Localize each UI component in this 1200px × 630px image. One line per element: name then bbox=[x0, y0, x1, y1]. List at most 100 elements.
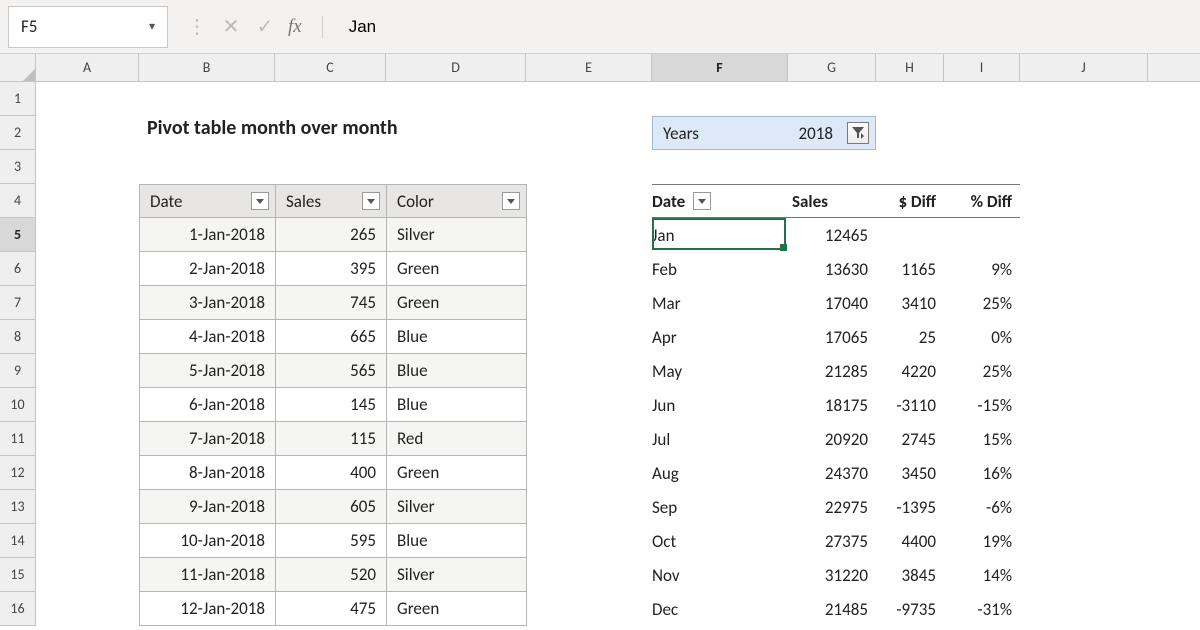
row-headers[interactable]: 12345678910111213141516 bbox=[0, 82, 36, 626]
table-row[interactable]: 1-Jan-2018265Silver bbox=[139, 218, 527, 252]
pivot-cell-pdiff[interactable]: -15% bbox=[944, 395, 1020, 416]
row-header-8[interactable]: 8 bbox=[0, 320, 35, 354]
col-header-D[interactable]: D bbox=[386, 54, 526, 81]
pivot-cell-date[interactable]: Apr bbox=[652, 327, 788, 348]
table-row[interactable]: 11-Jan-2018520Silver bbox=[139, 558, 527, 592]
pivot-row[interactable]: Aug24370345016% bbox=[652, 456, 1020, 490]
pivot-row[interactable]: May21285422025% bbox=[652, 354, 1020, 388]
row-header-7[interactable]: 7 bbox=[0, 286, 35, 320]
cell-color[interactable]: Silver bbox=[387, 218, 527, 251]
pivot-cell-date[interactable]: Dec bbox=[652, 599, 788, 620]
cell-color[interactable]: Green bbox=[387, 286, 527, 319]
pivot-cell-pdiff[interactable]: 15% bbox=[944, 429, 1020, 450]
pivot-cell-ddiff[interactable]: -9735 bbox=[876, 599, 944, 620]
pivot-cell-pdiff[interactable]: 16% bbox=[944, 463, 1020, 484]
pivot-cell-sales[interactable]: 18175 bbox=[788, 395, 876, 416]
pivot-cell-date[interactable]: Jul bbox=[652, 429, 788, 450]
cell-color[interactable]: Blue bbox=[387, 320, 527, 353]
col-header-G[interactable]: G bbox=[788, 54, 876, 81]
row-header-15[interactable]: 15 bbox=[0, 558, 35, 592]
pivot-cell-ddiff[interactable]: -1395 bbox=[876, 497, 944, 518]
cell-sales[interactable]: 745 bbox=[276, 286, 387, 319]
pivot-cell-date[interactable]: Jun bbox=[652, 395, 788, 416]
row-header-16[interactable]: 16 bbox=[0, 592, 35, 626]
row-header-9[interactable]: 9 bbox=[0, 354, 35, 388]
pivot-cell-sales[interactable]: 22975 bbox=[788, 497, 876, 518]
col-header-A[interactable]: A bbox=[36, 54, 139, 81]
row-header-10[interactable]: 10 bbox=[0, 388, 35, 422]
filter-icon[interactable] bbox=[847, 122, 869, 144]
cell-sales[interactable]: 605 bbox=[276, 490, 387, 523]
col-date[interactable]: Date bbox=[140, 185, 276, 217]
cell-color[interactable]: Silver bbox=[387, 490, 527, 523]
table-row[interactable]: 7-Jan-2018115Red bbox=[139, 422, 527, 456]
pivot-row[interactable]: Sep22975-1395-6% bbox=[652, 490, 1020, 524]
pivot-cell-sales[interactable]: 12465 bbox=[788, 225, 876, 246]
pivot-cell-date[interactable]: Mar bbox=[652, 293, 788, 314]
cell-sales[interactable]: 665 bbox=[276, 320, 387, 353]
pivot-cell-sales[interactable]: 21285 bbox=[788, 361, 876, 382]
pivot-cell-sales[interactable]: 20920 bbox=[788, 429, 876, 450]
pivot-row[interactable]: Jun18175-3110-15% bbox=[652, 388, 1020, 422]
pivot-cell-pdiff[interactable]: 19% bbox=[944, 531, 1020, 552]
cell-date[interactable]: 9-Jan-2018 bbox=[140, 490, 276, 523]
table-row[interactable]: 3-Jan-2018745Green bbox=[139, 286, 527, 320]
name-box[interactable]: F5 ▾ bbox=[8, 6, 168, 48]
column-headers[interactable]: ABCDEFGHIJK bbox=[36, 54, 1200, 82]
pivot-row[interactable]: Oct27375440019% bbox=[652, 524, 1020, 558]
pivot-row[interactable]: Apr17065250% bbox=[652, 320, 1020, 354]
table-row[interactable]: 10-Jan-2018595Blue bbox=[139, 524, 527, 558]
fill-handle[interactable] bbox=[780, 244, 787, 251]
pivot-row[interactable]: Nov31220384514% bbox=[652, 558, 1020, 592]
pivot-cell-date[interactable]: Feb bbox=[652, 259, 788, 280]
pivot-row[interactable]: Jul20920274515% bbox=[652, 422, 1020, 456]
cell-date[interactable]: 6-Jan-2018 bbox=[140, 388, 276, 421]
pivot-cell-sales[interactable]: 21485 bbox=[788, 599, 876, 620]
pivot-cell-ddiff[interactable]: 4400 bbox=[876, 531, 944, 552]
cell-date[interactable]: 8-Jan-2018 bbox=[140, 456, 276, 489]
pivot-cell-sales[interactable]: 13630 bbox=[788, 259, 876, 280]
pivot-cell-ddiff[interactable]: -3110 bbox=[876, 395, 944, 416]
cell-sales[interactable]: 520 bbox=[276, 558, 387, 591]
table-row[interactable]: 5-Jan-2018565Blue bbox=[139, 354, 527, 388]
col-sales[interactable]: Sales bbox=[276, 185, 387, 217]
cell-date[interactable]: 11-Jan-2018 bbox=[140, 558, 276, 591]
pivot-cell-date[interactable]: Oct bbox=[652, 531, 788, 552]
cell-date[interactable]: 10-Jan-2018 bbox=[140, 524, 276, 557]
pivot-cell-sales[interactable]: 17065 bbox=[788, 327, 876, 348]
row-header-5[interactable]: 5 bbox=[0, 218, 35, 252]
pivot-col-date[interactable]: Date bbox=[652, 185, 788, 217]
col-header-E[interactable]: E bbox=[526, 54, 652, 81]
pivot-cell-sales[interactable]: 31220 bbox=[788, 565, 876, 586]
pivot-cell-date[interactable]: Sep bbox=[652, 497, 788, 518]
row-header-12[interactable]: 12 bbox=[0, 456, 35, 490]
years-filter[interactable]: Years 2018 bbox=[652, 116, 876, 150]
formula-input[interactable] bbox=[323, 16, 1023, 38]
pivot-cell-sales[interactable]: 17040 bbox=[788, 293, 876, 314]
cell-color[interactable]: Green bbox=[387, 456, 527, 489]
row-header-6[interactable]: 6 bbox=[0, 252, 35, 286]
pivot-cell-ddiff[interactable]: 2745 bbox=[876, 429, 944, 450]
dropdown-icon[interactable] bbox=[251, 192, 269, 210]
cell-sales[interactable]: 475 bbox=[276, 592, 387, 625]
table-row[interactable]: 9-Jan-2018605Silver bbox=[139, 490, 527, 524]
pivot-cell-ddiff[interactable]: 4220 bbox=[876, 361, 944, 382]
cell-date[interactable]: 2-Jan-2018 bbox=[140, 252, 276, 285]
cell-date[interactable]: 3-Jan-2018 bbox=[140, 286, 276, 319]
cell-date[interactable]: 7-Jan-2018 bbox=[140, 422, 276, 455]
row-header-13[interactable]: 13 bbox=[0, 490, 35, 524]
cell-color[interactable]: Red bbox=[387, 422, 527, 455]
pivot-cell-ddiff[interactable]: 1165 bbox=[876, 259, 944, 280]
pivot-cell-sales[interactable]: 27375 bbox=[788, 531, 876, 552]
pivot-cell-pdiff[interactable]: 9% bbox=[944, 259, 1020, 280]
pivot-row[interactable]: Mar17040341025% bbox=[652, 286, 1020, 320]
pivot-cell-date[interactable]: May bbox=[652, 361, 788, 382]
pivot-cell-ddiff[interactable]: 3845 bbox=[876, 565, 944, 586]
pivot-cell-ddiff[interactable]: 3410 bbox=[876, 293, 944, 314]
pivot-cell-pdiff[interactable]: -6% bbox=[944, 497, 1020, 518]
col-header-F[interactable]: F bbox=[652, 54, 788, 81]
table-row[interactable]: 12-Jan-2018475Green bbox=[139, 592, 527, 626]
row-header-2[interactable]: 2 bbox=[0, 116, 35, 150]
cell-sales[interactable]: 145 bbox=[276, 388, 387, 421]
cell-sales[interactable]: 265 bbox=[276, 218, 387, 251]
